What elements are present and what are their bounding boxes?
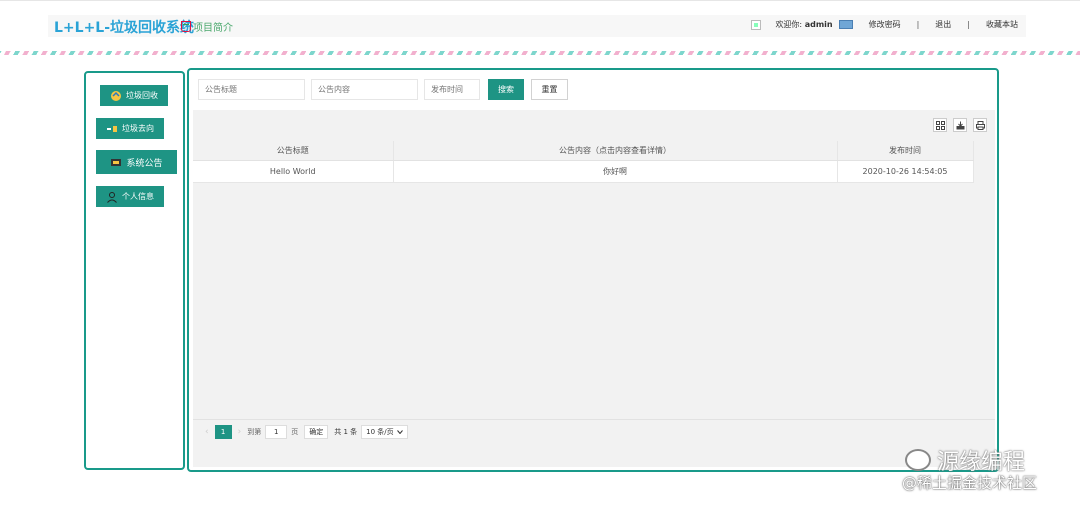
announcement-title-cell: Hello World (193, 160, 394, 183)
table-toolbar (933, 118, 987, 132)
sidebar-item-announcement[interactable]: 系统公告 (96, 150, 177, 174)
search-button[interactable]: 搜索 (488, 79, 524, 100)
prev-page-button[interactable]: ‹ (205, 427, 209, 437)
next-page-button[interactable]: › (238, 427, 242, 437)
watermark-subtitle: @稀土掘金技术社区 (902, 474, 1038, 492)
trash-can-icon (181, 21, 191, 32)
content-search-input[interactable] (311, 79, 418, 100)
app-logo[interactable]: L+L+L-垃圾回收系统 (54, 17, 194, 37)
truck-icon (107, 125, 117, 132)
decorative-stripe (0, 51, 1080, 55)
time-search-input[interactable] (424, 79, 480, 100)
announcement-time-cell: 2020-10-26 14:54:05 (837, 160, 974, 183)
total-count: 共 1 条 (334, 427, 358, 436)
page-size-select[interactable]: 10 条/页 (361, 424, 408, 439)
search-bar: 搜索 重置 (198, 79, 568, 100)
page-unit-label: 页 (291, 427, 299, 436)
goto-confirm-button[interactable]: 确定 (304, 424, 329, 439)
print-icon[interactable] (973, 118, 987, 132)
goto-label: 到第 (247, 427, 262, 436)
project-intro-link[interactable]: 项目简介 (181, 19, 233, 34)
user-area: 欢迎你: admin 修改密码 | 退出 | 收藏本站 (751, 19, 1018, 30)
change-password-link[interactable]: 修改密码 (869, 19, 901, 30)
reset-button[interactable]: 重置 (531, 79, 568, 100)
column-header[interactable]: 公告标题 (193, 141, 394, 161)
separator: | (916, 20, 920, 29)
column-header[interactable]: 发布时间 (837, 141, 974, 161)
project-intro-label: 项目简介 (193, 23, 233, 34)
sidebar-item-destination[interactable]: 垃圾去向 (96, 118, 164, 139)
sidebar-item-recycle[interactable]: 垃圾回收 (100, 85, 168, 106)
export-icon[interactable] (953, 118, 967, 132)
sidebar-item-profile[interactable]: 个人信息 (96, 186, 164, 207)
pagination: ‹ 1 › 到第 1 页 确定 共 1 条 10 条/页 (193, 419, 995, 443)
avatar (751, 19, 762, 30)
column-header[interactable]: 公告内容（点击内容查看详情） (393, 141, 838, 161)
bookmark-link[interactable]: 收藏本站 (986, 19, 1018, 30)
table-row[interactable]: Hello World 你好啊 2020-10-26 14:54:05 (193, 160, 974, 183)
main-panel: 搜索 重置 公告标题 公告内容（点击内容查看详情） (187, 68, 999, 472)
separator: | (967, 20, 970, 29)
sidebar: 垃圾回收 垃圾去向 系统公告 个人信息 (84, 71, 185, 470)
columns-filter-icon[interactable] (933, 118, 947, 132)
top-header: L+L+L-垃圾回收系统 项目简介 欢迎你: admin 修改密码 | 退出 |… (0, 0, 1080, 55)
table-container: 公告标题 公告内容（点击内容查看详情） 发布时间 Hello World 你好啊… (193, 110, 995, 467)
current-page[interactable]: 1 (214, 424, 232, 439)
logout-link[interactable]: 退出 (935, 19, 951, 30)
username: admin (804, 20, 833, 29)
user-icon (107, 191, 117, 203)
announcement-table: 公告标题 公告内容（点击内容查看详情） 发布时间 Hello World 你好啊… (193, 141, 974, 183)
announcement-content-cell[interactable]: 你好啊 (393, 160, 838, 183)
chevron-down-icon (396, 429, 403, 434)
goto-page-input[interactable]: 1 (265, 424, 288, 439)
flag-icon (838, 20, 853, 29)
announcement-icon (111, 159, 122, 166)
welcome-text: 欢迎你: admin (775, 20, 833, 29)
recycle-icon (111, 90, 121, 101)
title-search-input[interactable] (198, 79, 305, 100)
wechat-icon (905, 449, 931, 471)
table-header-row: 公告标题 公告内容（点击内容查看详情） 发布时间 (193, 141, 974, 161)
header-bar: L+L+L-垃圾回收系统 项目简介 欢迎你: admin 修改密码 | 退出 |… (48, 15, 1026, 37)
